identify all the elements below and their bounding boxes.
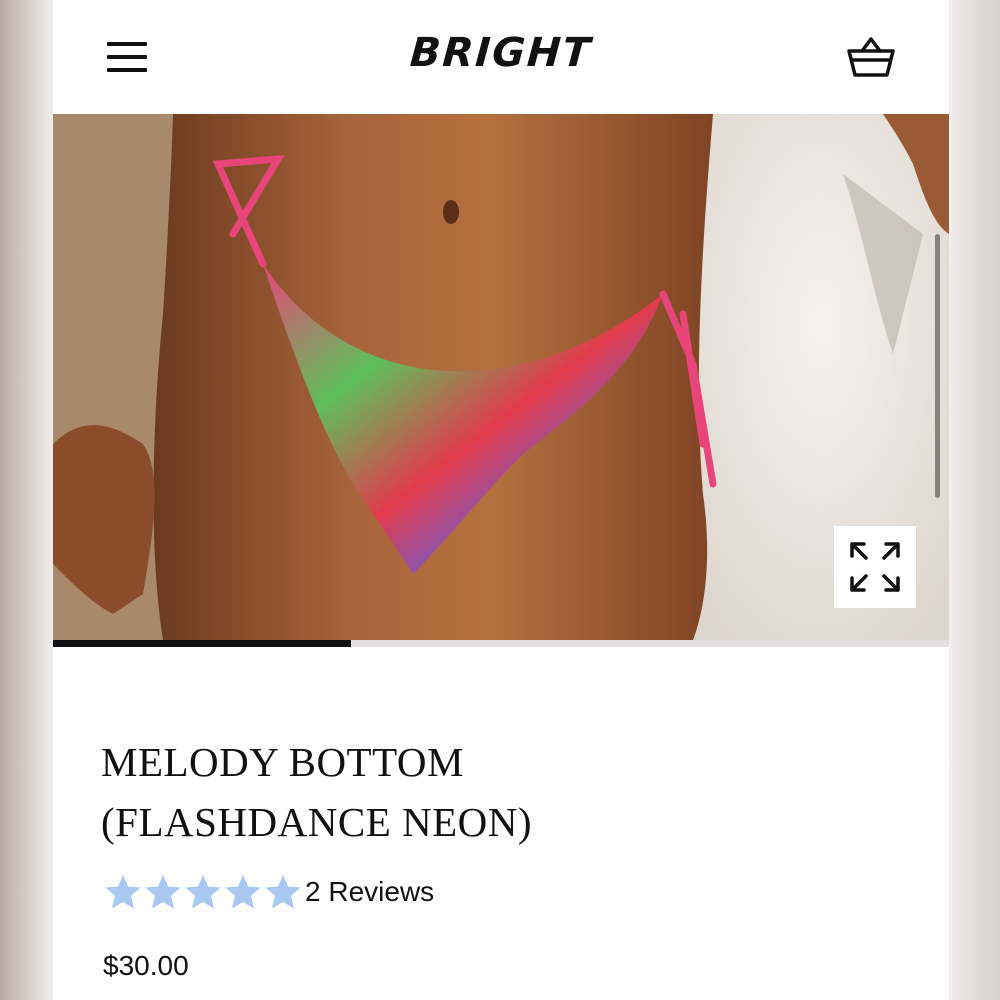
product-title: MELODY BOTTOM (FLASHDANCE NEON) [101,732,901,852]
app-frame: BRIGHT MELODY BOTTOM (FLASHDANCE NEON) 2… [53,0,949,1000]
product-title-line2: (FLASHDANCE NEON) [101,799,533,845]
scrollbar-indicator[interactable] [935,234,940,498]
site-header: BRIGHT [53,0,949,114]
star-rating [103,872,303,912]
star-icon [185,875,221,909]
basket-icon [847,37,895,77]
product-photo [53,114,949,640]
star-icon [265,875,301,909]
star-icon [105,875,141,909]
reviews-link[interactable]: 2 Reviews [305,876,434,908]
product-rating[interactable]: 2 Reviews [103,872,434,912]
gallery-progress-fill [53,640,352,647]
product-price: $30.00 [103,950,189,981]
expand-arrows-icon [850,542,900,592]
brand-logo[interactable]: BRIGHT [53,30,949,76]
product-title-line1: MELODY BOTTOM [101,739,464,785]
star-icon [225,875,261,909]
cart-button[interactable] [843,34,899,82]
expand-image-button[interactable] [834,526,916,608]
product-image-gallery[interactable] [53,114,949,640]
gallery-progress-bar [53,640,949,647]
star-icon [145,875,181,909]
